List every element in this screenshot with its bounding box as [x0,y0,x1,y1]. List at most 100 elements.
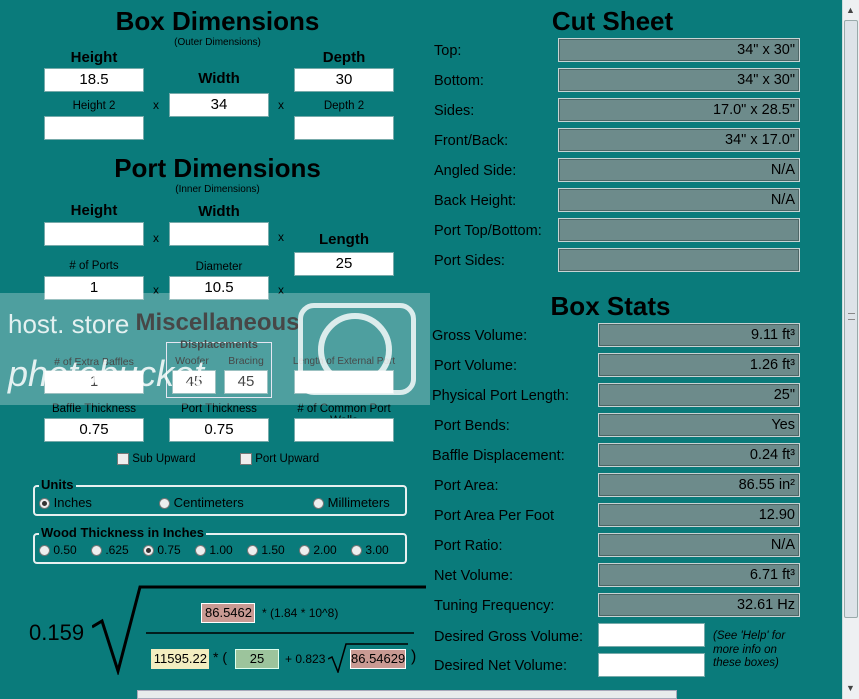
cut-value-bottom: 34" x 30" [558,68,800,92]
stat-label-baffle-displacement: Baffle Displacement: [432,448,565,464]
cut-value-back-height: N/A [558,188,800,212]
cut-value-sides: 17.0" x 28.5" [558,98,800,122]
common-walls-input[interactable] [294,418,394,442]
box-height2-input[interactable] [44,116,144,140]
stat-label-port-area-per-foot: Port Area Per Foot [434,508,555,524]
radio-inches[interactable] [39,498,50,510]
watermark-line2: photobucket [8,353,205,394]
desired-net-label: Desired Net Volume: [434,658,567,674]
units-option-centimeters[interactable]: Centimeters [159,495,244,510]
box-height-input[interactable]: 18.5 [44,68,144,92]
port-diameter-label: Diameter [195,261,243,273]
radio-wood-2[interactable] [143,545,154,557]
wood-option-1[interactable]: .625 [91,543,129,557]
radio-centimeters[interactable] [159,498,170,510]
cut-sheet-title: Cut Sheet [551,6,674,36]
box-depth-input[interactable]: 30 [294,68,394,92]
wood-label-1: .625 [105,543,129,557]
desired-gross-label: Desired Gross Volume: [434,629,584,645]
port-x-2: x [278,230,284,244]
stat-label-tuning-frequency: Tuning Frequency: [434,598,555,614]
wood-label-6: 3.00 [365,543,389,557]
wood-label-5: 2.00 [313,543,337,557]
stat-value-port-volume: 1.26 ft³ [598,353,800,377]
formula-net-volume: 11595.22 [151,649,209,669]
box-stats-title: Box Stats [550,291,671,321]
box-dimensions-title: Box Dimensions [115,6,320,36]
sub-upward-checkbox[interactable] [117,453,129,465]
port-upward-label: Port Upward [255,453,320,466]
scrollbar-thumb[interactable] [844,20,858,618]
cut-value-top: 34" x 30" [558,38,800,62]
vertical-scrollbar[interactable]: ▲ ▼ [842,0,859,699]
radio-wood-0[interactable] [39,545,50,557]
stat-label-port-area: Port Area: [434,478,499,494]
box-x-1: x [153,98,159,112]
stat-label-physical-port-length: Physical Port Length: [432,388,570,404]
cut-label-back-height: Back Height: [434,193,517,209]
radio-wood-3[interactable] [195,545,206,557]
radio-wood-1[interactable] [91,545,102,557]
desired-net-input[interactable] [598,653,705,677]
port-dimensions-title: Port Dimensions [114,153,321,183]
port-height-input[interactable] [44,222,144,246]
scroll-down-icon[interactable]: ▼ [846,683,855,693]
box-depth-label: Depth [322,49,366,66]
wood-option-5[interactable]: 2.00 [299,543,337,557]
units-label-millimeters: Millimeters [327,495,390,510]
cut-value-angled-side: N/A [558,158,800,182]
formula-area-bottom: 86.54629 [350,649,406,669]
box-depth2-input[interactable] [294,116,394,140]
port-height-label: Height [70,202,118,219]
port-x-1: x [153,231,159,245]
cut-value-front-back: 34" x 17.0" [558,128,800,152]
formula-coefficient: 0.159 [29,620,85,645]
cut-label-port-top-bottom: Port Top/Bottom: [434,223,542,239]
cut-label-top: Top: [434,43,462,59]
wood-option-6[interactable]: 3.00 [351,543,389,557]
stat-value-baffle-displacement: 0.24 ft³ [598,443,800,467]
scrollbar-grip-icon [848,313,855,320]
radio-millimeters[interactable] [313,498,324,510]
bottom-panel-edge [137,690,677,699]
port-upward-option[interactable]: Port Upward [240,453,319,465]
formula-plus: + 0.823 [285,652,326,666]
radio-wood-5[interactable] [299,545,310,557]
port-width-label: Width [198,203,240,220]
units-option-inches[interactable]: Inches [39,495,92,510]
port-width-input[interactable] [169,222,269,246]
cut-label-angled-side: Angled Side: [434,163,517,179]
wood-label-4: 1.50 [261,543,285,557]
sub-upward-option[interactable]: Sub Upward [117,453,196,465]
port-upward-checkbox[interactable] [240,453,252,465]
wood-option-3[interactable]: 1.00 [195,543,233,557]
units-label-inches: Inches [53,495,92,510]
port-dimensions-subtitle: (Inner Dimensions) [175,184,260,195]
watermark-overlay: host. store photobucket [0,293,430,405]
wood-option-2[interactable]: 0.75 [143,543,181,557]
sub-upward-label: Sub Upward [132,453,196,466]
stat-value-physical-port-length: 25" [598,383,800,407]
baffle-thickness-input[interactable]: 0.75 [44,418,144,442]
radio-wood-4[interactable] [247,545,258,557]
desired-gross-input[interactable] [598,623,705,647]
cut-label-port-sides: Port Sides: [434,253,505,269]
wood-option-4[interactable]: 1.50 [247,543,285,557]
port-length-input[interactable]: 25 [294,252,394,276]
stat-value-port-bends: Yes [598,413,800,437]
wood-label-2: 0.75 [157,543,181,557]
stat-label-port-ratio: Port Ratio: [434,538,503,554]
units-option-millimeters[interactable]: Millimeters [313,495,390,510]
scroll-up-icon[interactable]: ▲ [846,5,855,15]
wood-option-0[interactable]: 0.50 [39,543,77,557]
radio-wood-6[interactable] [351,545,362,557]
box-height-label: Height [70,49,118,66]
watermark-lens-icon [318,313,392,387]
port-thickness-input[interactable]: 0.75 [169,418,269,442]
box-x-2: x [278,98,284,112]
stat-value-port-area-per-foot: 12.90 [598,503,800,527]
formula-star-paren: * ( [213,649,227,665]
formula-multiplier: * (1.84 * 10^8) [262,606,339,620]
box-width-input[interactable]: 34 [169,93,269,117]
help-note: (See 'Help' for more info on these boxes… [713,630,786,669]
